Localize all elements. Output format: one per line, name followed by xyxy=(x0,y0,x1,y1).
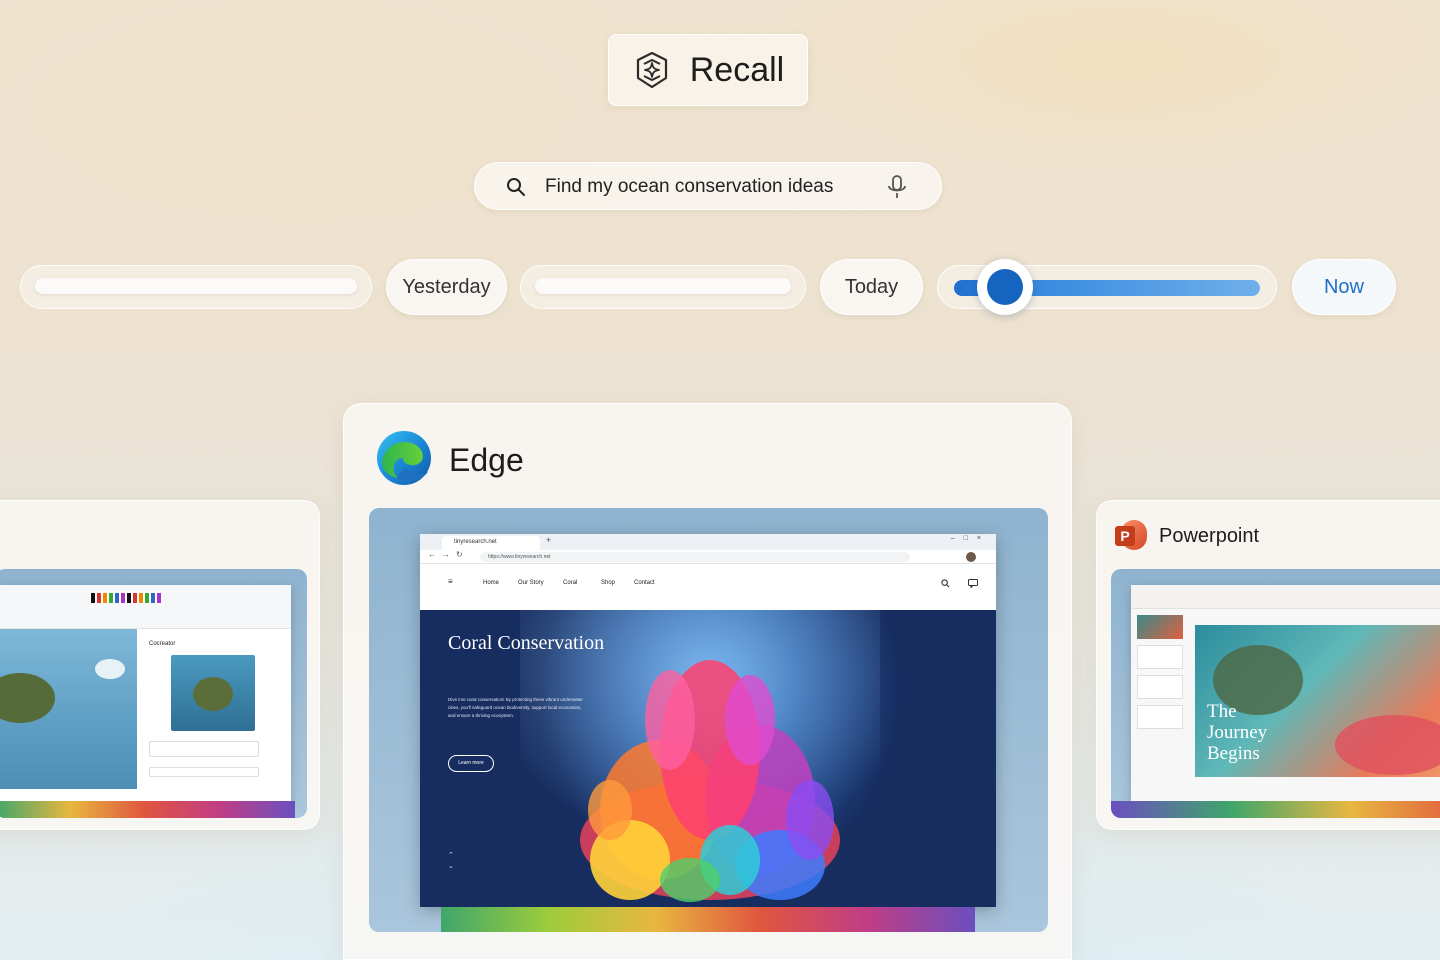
prompt-field xyxy=(149,741,259,757)
browser-window: tinyresearch.net + –□× ←→↻ https://www.t… xyxy=(420,534,996,907)
ribbon xyxy=(1131,585,1440,609)
profile-avatar xyxy=(966,552,976,562)
hero-title: Coral Conservation xyxy=(448,632,605,654)
hero-section: Coral Conservation Dive into coral conse… xyxy=(420,610,996,907)
timeline-label-yesterday[interactable]: Yesterday xyxy=(386,259,507,315)
recall-logo-icon xyxy=(636,51,667,89)
recall-header: Recall xyxy=(608,34,808,106)
paint-canvas xyxy=(0,629,137,789)
timeline-bar xyxy=(535,278,791,294)
snapshot-preview-edge[interactable]: tinyresearch.net + –□× ←→↻ https://www.t… xyxy=(369,508,1048,932)
cocreator-title: Cocreator xyxy=(149,641,176,647)
bubble-shape xyxy=(95,659,125,679)
coral-shape xyxy=(1335,715,1440,775)
wallpaper-bloom xyxy=(441,907,975,932)
timeline-segment-earlier[interactable] xyxy=(20,265,372,309)
powerpoint-logo-icon: P xyxy=(1115,520,1147,552)
search-box[interactable]: Find my ocean conservation ideas xyxy=(474,162,942,210)
snapshot-card-powerpoint[interactable]: P Powerpoint The Journey Begins xyxy=(1096,500,1440,830)
slider-thumb-fill xyxy=(987,269,1023,305)
slide-canvas: The Journey Begins xyxy=(1195,625,1440,777)
snapshot-card-paint[interactable]: Cocreator xyxy=(0,500,320,830)
slide-thumbnail xyxy=(1137,615,1183,639)
color-palette xyxy=(91,593,161,603)
address-bar: https://www.tinyresearch.net xyxy=(480,552,910,562)
style-dropdown xyxy=(149,767,259,777)
menu-icon: ≡ xyxy=(448,577,453,586)
snapshot-card-edge[interactable]: Edge tinyresearch.net + –□× ←→↻ https://… xyxy=(343,403,1072,960)
site-nav: ≡ Home Our Story Coral Shop Contact xyxy=(420,564,996,610)
slide-thumbnail xyxy=(1137,675,1183,699)
nav-coral: Coral xyxy=(563,580,578,586)
scroll-arrows-icon: ⌃ ⌄ xyxy=(448,852,454,870)
snapshot-preview-paint[interactable]: Cocreator xyxy=(0,569,307,818)
card-app-name: Edge xyxy=(449,442,524,478)
hero-body: Dive into coral conservation! By protect… xyxy=(448,697,583,718)
nav-home: Home xyxy=(483,580,500,586)
chat-icon xyxy=(968,579,978,588)
turtle-shape xyxy=(193,677,233,711)
microphone-icon[interactable] xyxy=(885,174,909,200)
window-controls-icon: –□× xyxy=(950,535,990,542)
card-app-name: Powerpoint xyxy=(1159,525,1260,547)
nav-contact: Contact xyxy=(634,580,655,586)
wallpaper-bloom xyxy=(1111,801,1440,818)
timeline-slider-thumb[interactable] xyxy=(977,259,1033,315)
edge-logo-icon xyxy=(377,431,431,485)
nav-our-story: Our Story xyxy=(518,580,544,586)
search-icon xyxy=(507,178,525,196)
slide-thumbnail xyxy=(1137,705,1183,729)
browser-address-row: ←→↻ https://www.tinyresearch.net xyxy=(420,550,996,564)
timeline-segment-yesterday[interactable] xyxy=(520,265,806,309)
snapshot-preview-powerpoint[interactable]: The Journey Begins xyxy=(1111,569,1440,818)
timeline-bar xyxy=(35,278,357,294)
browser-tab: tinyresearch.net xyxy=(442,536,540,550)
cocreator-image xyxy=(171,655,255,731)
slide-thumbnail xyxy=(1137,645,1183,669)
tab-title: tinyresearch.net xyxy=(454,539,497,545)
new-tab-icon: + xyxy=(546,535,552,545)
url-text: https://www.tinyresearch.net xyxy=(488,554,551,560)
powerpoint-window: The Journey Begins xyxy=(1131,585,1440,801)
app-title: Recall xyxy=(689,50,785,89)
timeline-label-now[interactable]: Now xyxy=(1292,259,1396,315)
wallpaper-bloom xyxy=(0,801,295,818)
nav-arrows-icon: ←→↻ xyxy=(428,550,469,559)
slide-title: The Journey Begins xyxy=(1207,701,1268,764)
paint-toolbar xyxy=(0,585,291,629)
turtle-shape xyxy=(0,673,55,723)
search-input[interactable]: Find my ocean conservation ideas xyxy=(545,176,833,198)
learn-more-button: Learn more xyxy=(448,755,494,772)
paint-window: Cocreator xyxy=(0,585,291,801)
nav-shop: Shop xyxy=(601,580,616,586)
browser-tab-bar: tinyresearch.net + –□× xyxy=(420,534,996,550)
site-search-icon xyxy=(941,579,950,588)
timeline-label-today[interactable]: Today xyxy=(820,259,923,315)
cocreator-panel: Cocreator xyxy=(145,635,285,789)
